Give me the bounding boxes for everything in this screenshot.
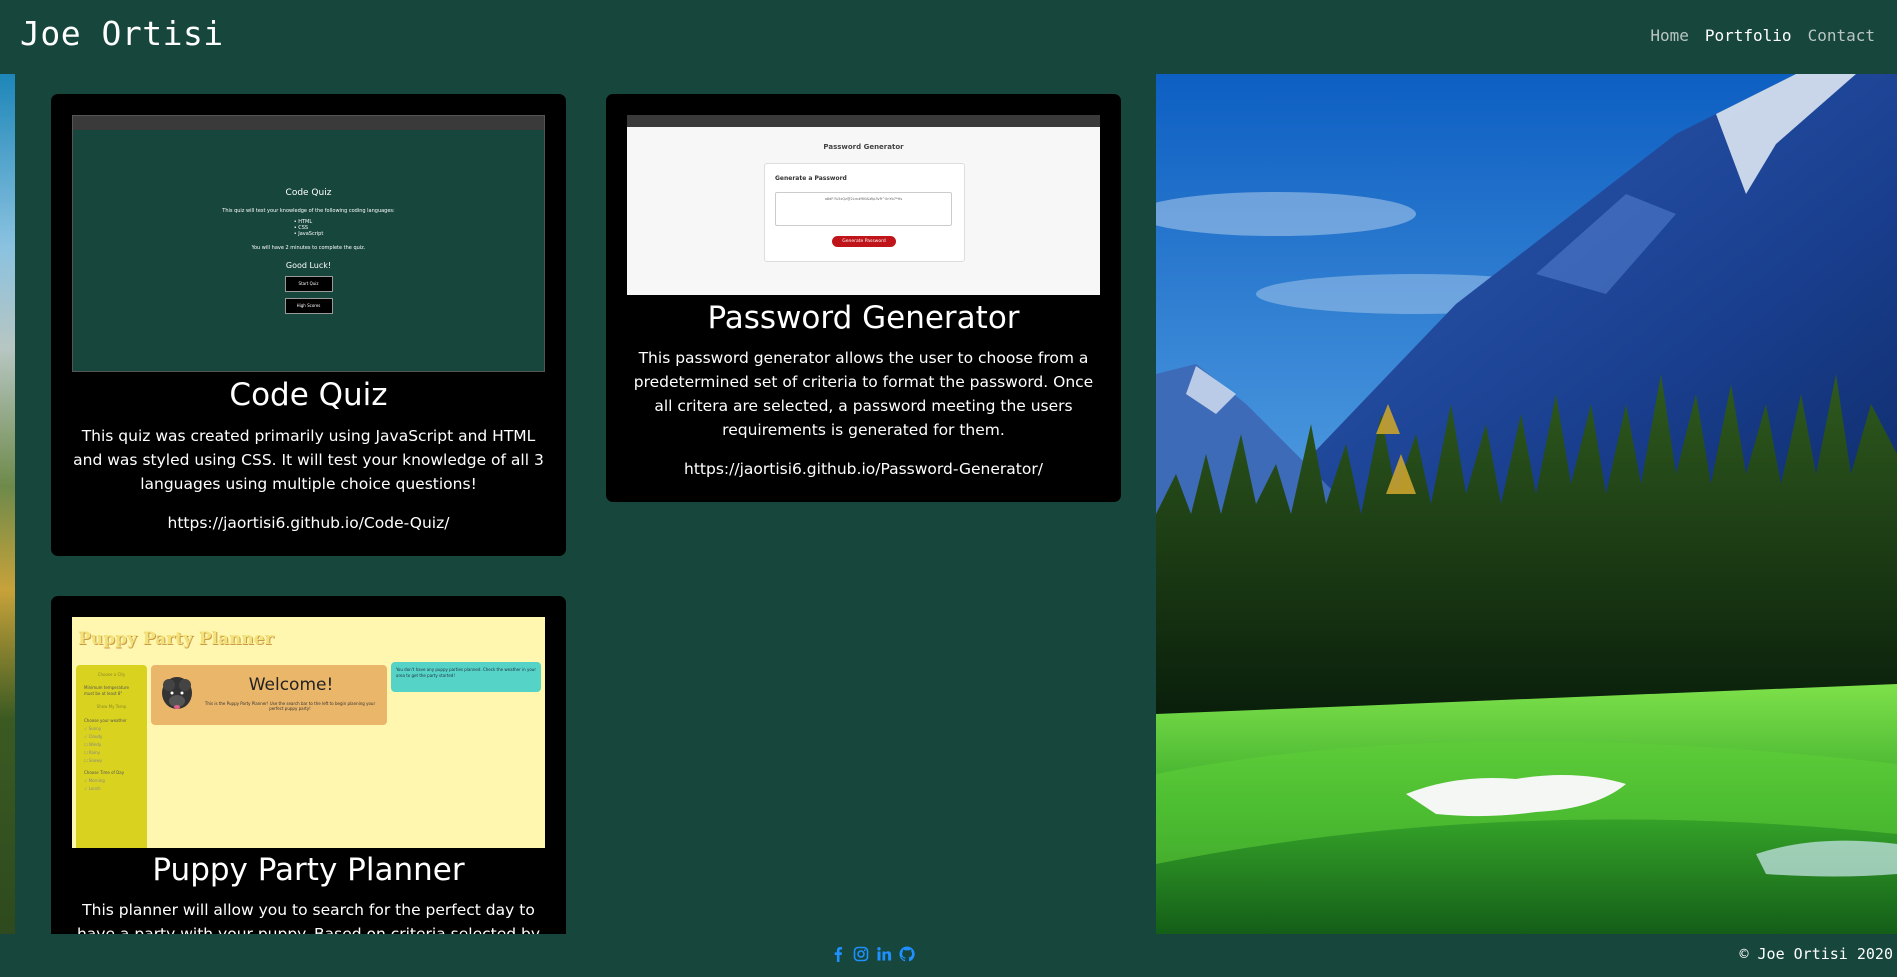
puppy-party-planner-screenshot[interactable]: Puppy Party Planner Choose a City Minimu… <box>72 617 545 848</box>
card-title: Puppy Party Planner <box>152 852 465 888</box>
shot-sidebar-item: ✓ Lunch <box>84 786 101 791</box>
site-header: Joe Ortisi Home Portfolio Contact <box>0 0 1897 74</box>
instagram-icon[interactable] <box>853 946 869 962</box>
social-links <box>830 946 915 962</box>
puppy-avatar-icon <box>157 671 197 719</box>
mountain-golf-landscape <box>1156 74 1897 934</box>
shot-sidebar-item: Minimum temperature must be at least 8° <box>84 685 129 696</box>
project-card-puppy-party-planner: Puppy Party Planner Choose a City Minimu… <box>51 596 566 934</box>
github-icon[interactable] <box>899 946 915 962</box>
site-brand[interactable]: Joe Ortisi <box>20 14 224 53</box>
nav-home[interactable]: Home <box>1650 26 1689 45</box>
card-description: This password generator allows the user … <box>633 349 1094 439</box>
card-link[interactable]: https://jaortisi6.github.io/Password-Gen… <box>606 460 1121 478</box>
browser-bar <box>73 116 544 130</box>
shot-heading: Code Quiz <box>285 188 332 198</box>
card-description: This quiz was created primarily using Ja… <box>73 427 544 493</box>
shot-sidebar-item: ✓ Morning <box>84 778 105 783</box>
shot-sidebar-item: Choose a City <box>97 672 126 677</box>
shot-welcome: Welcome! <box>248 675 334 695</box>
shot-page-title: Password Generator <box>823 143 904 151</box>
shot-sidebar-item: ✓ Sunny <box>84 726 102 731</box>
shot-card-title: Generate a Password <box>775 175 847 182</box>
background-scenery-left <box>0 74 15 934</box>
shot-scores-button: High Scores <box>284 298 333 314</box>
main-nav: Home Portfolio Contact <box>1650 26 1875 45</box>
shot-notice: You don't have any puppy parties planned… <box>391 662 541 692</box>
code-quiz-screenshot[interactable]: Code Quiz This quiz will test your knowl… <box>72 115 545 372</box>
card-description: This planner will allow you to search fo… <box>76 901 541 934</box>
shot-sidebar: Choose a City Minimum temperature must b… <box>76 665 147 848</box>
shot-list-item: • JavaScript <box>293 231 324 237</box>
shot-sidebar-item: ☐ Snowy <box>84 758 103 763</box>
shot-sidebar-item: ☐ Windy <box>84 742 102 747</box>
shot-good-luck: Good Luck! <box>285 261 332 270</box>
project-card-password-generator: Password Generator Generate a Password a… <box>606 94 1121 502</box>
shot-card: Generate a Password a8dF!%5xQz@2Lm#9Kt&W… <box>764 163 965 262</box>
password-generator-screenshot[interactable]: Password Generator Generate a Password a… <box>627 115 1100 295</box>
linkedin-icon[interactable] <box>876 946 892 962</box>
shot-generate-button: Generate Password <box>832 236 896 247</box>
facebook-icon[interactable] <box>830 946 846 962</box>
shot-app-title: Puppy Party Planner <box>78 629 274 649</box>
shot-sidebar-item: Choose your weather <box>84 718 127 723</box>
card-title: Code Quiz <box>229 377 388 413</box>
shot-intro: This quiz will test your knowledge of th… <box>222 208 395 214</box>
shot-sidebar-item: Show My Temp <box>96 704 127 709</box>
shot-start-button: Start Quiz <box>284 276 333 292</box>
shot-sidebar-item: ☐ Rainy <box>84 750 101 755</box>
shot-password-box: a8dF!%5xQz@2Lm#9Kt&Wp3vR^0nYb7*Hs <box>775 192 952 226</box>
project-card-code-quiz: Code Quiz This quiz will test your knowl… <box>51 94 566 556</box>
site-footer: © Joe Ortisi 2020 <box>0 934 1897 977</box>
copyright: © Joe Ortisi 2020 <box>1739 945 1893 963</box>
card-link[interactable]: https://jaortisi6.github.io/Code-Quiz/ <box>51 514 566 532</box>
shot-timer-note: You will have 2 minutes to complete the … <box>251 245 366 251</box>
shot-sidebar-item: Choose Time of Day <box>84 770 125 775</box>
shot-welcome-box: Welcome! This is the Puppy Party Planner… <box>151 665 387 725</box>
card-title: Password Generator <box>707 300 1020 336</box>
browser-bar <box>627 115 1100 127</box>
nav-portfolio[interactable]: Portfolio <box>1705 26 1792 45</box>
shot-sidebar-item: ✓ Cloudy <box>84 734 103 739</box>
shot-welcome-sub: This is the Puppy Party Planner! Use the… <box>204 701 376 711</box>
background-scenery <box>1156 74 1897 934</box>
nav-contact[interactable]: Contact <box>1808 26 1875 45</box>
portfolio-section: Code Quiz This quiz will test your knowl… <box>15 74 1156 934</box>
